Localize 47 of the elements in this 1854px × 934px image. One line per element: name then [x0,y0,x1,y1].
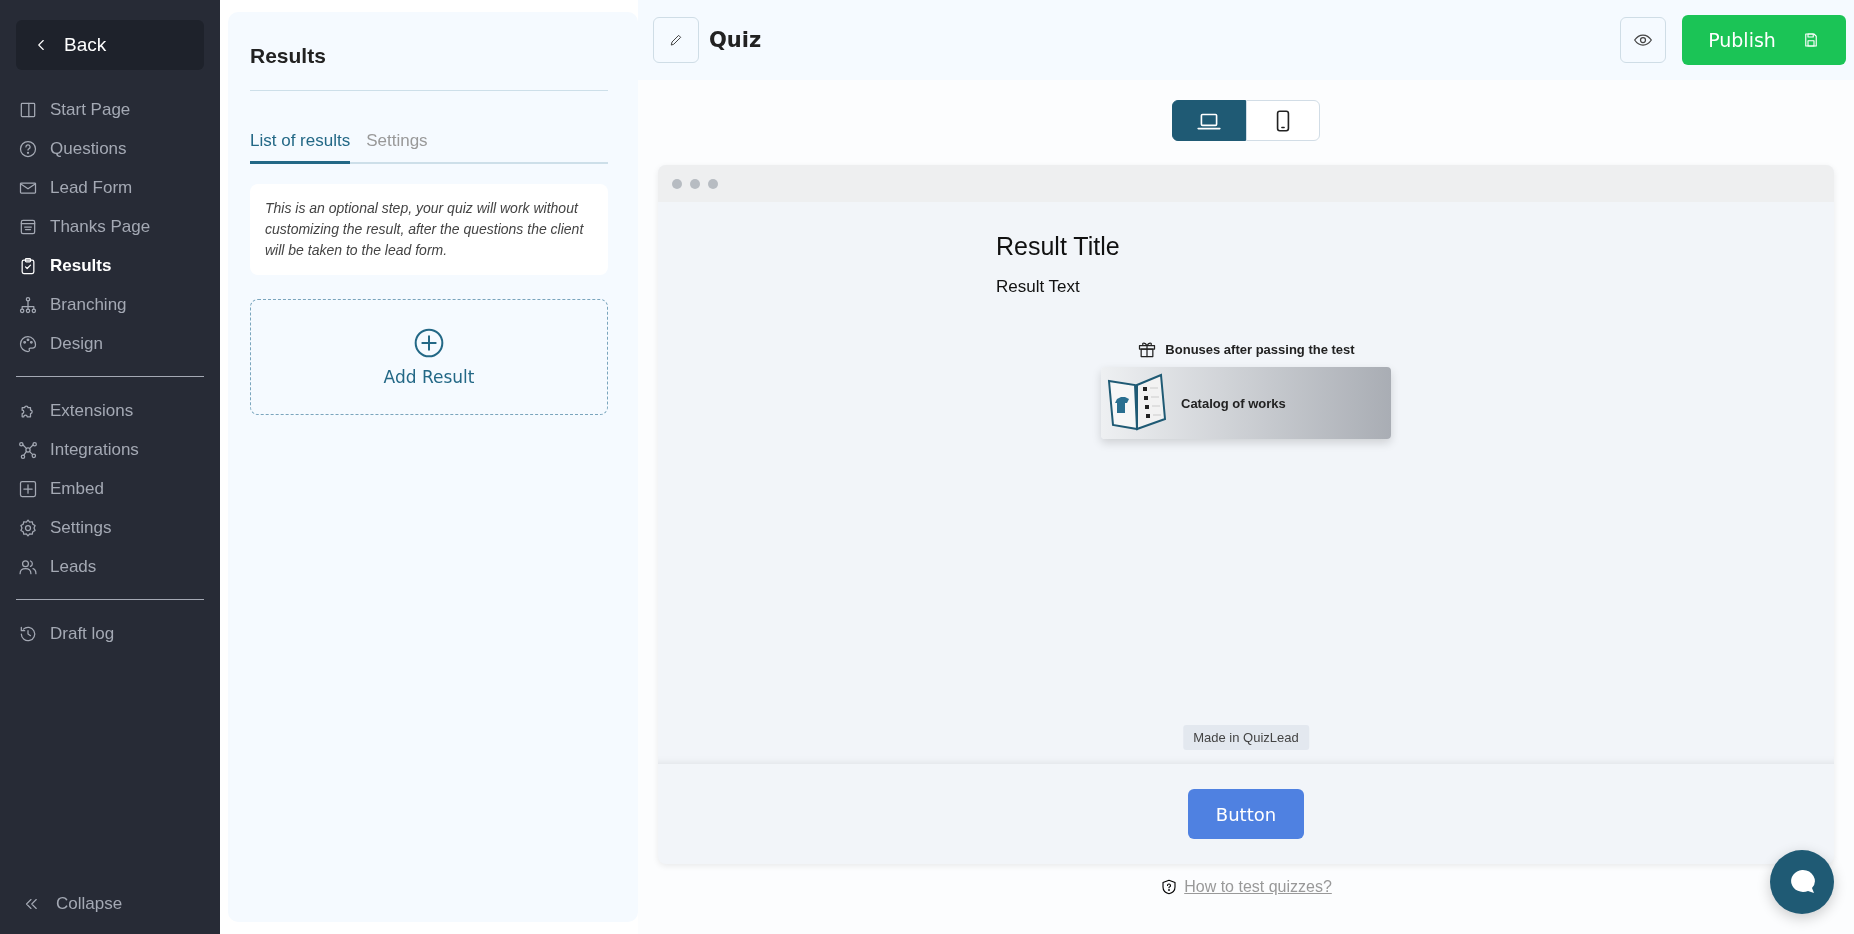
window-dot [708,178,718,189]
nav-item[interactable]: Branching [16,287,204,323]
add-result-button[interactable]: Add Result [250,299,608,415]
shield-question-icon [1160,878,1179,896]
plus-square-icon [18,479,38,499]
palette-icon [18,334,38,354]
chat-button[interactable] [1770,850,1834,914]
settings-icon [18,518,38,538]
panel-layout-icon [18,100,38,120]
tab[interactable]: List of results [250,131,351,164]
window-dot [690,178,700,189]
bonuses-heading: Bonuses after passing the test [1165,341,1355,357]
panel-title: Results [250,12,608,91]
nav-item[interactable]: Start Page [16,92,204,128]
nav-item[interactable]: Results [16,248,204,284]
history-icon [18,624,38,644]
plus-circle-icon [413,327,445,359]
question-circle-icon [18,139,38,159]
back-button[interactable]: Back [16,20,204,70]
gift-icon [1137,339,1158,359]
bonus-title: Catalog of works [1181,395,1286,411]
info-note: This is an optional step, your quiz will work without customizing the result, after the questions the client will be taken to the lead form. [250,184,608,275]
page-window-icon [18,217,38,237]
users-icon [18,557,38,577]
catalog-book-drawing [1105,373,1169,433]
quiz-title: Quiz [709,28,763,52]
nav-item[interactable]: Integrations [16,432,204,468]
result-title: Result Title [996,232,1121,261]
hierarchy-icon [18,295,38,315]
nav-item[interactable]: Draft log [16,616,204,652]
nav-item[interactable]: Extensions [16,393,204,429]
nav-item[interactable]: Settings [16,510,204,546]
network-nodes-icon [18,440,38,460]
nav-item[interactable]: Questions [16,131,204,167]
window-dot [672,178,682,189]
nav-item[interactable]: Thanks Page [16,209,204,245]
quiz-button[interactable]: Button [1188,789,1304,839]
device-toggle[interactable] [1172,100,1246,141]
nav-item[interactable]: Lead Form [16,170,204,206]
nav-item[interactable]: Embed [16,471,204,507]
made-in-badge: Made in QuizLead [1183,725,1309,750]
result-text: Result Text [996,277,1081,297]
nav-item[interactable]: Leads [16,549,204,585]
nav-item[interactable]: Design [16,326,204,362]
preview-button[interactable] [1620,17,1666,63]
collapse-button[interactable]: Collapse [16,894,204,914]
pencil-icon [668,32,684,48]
